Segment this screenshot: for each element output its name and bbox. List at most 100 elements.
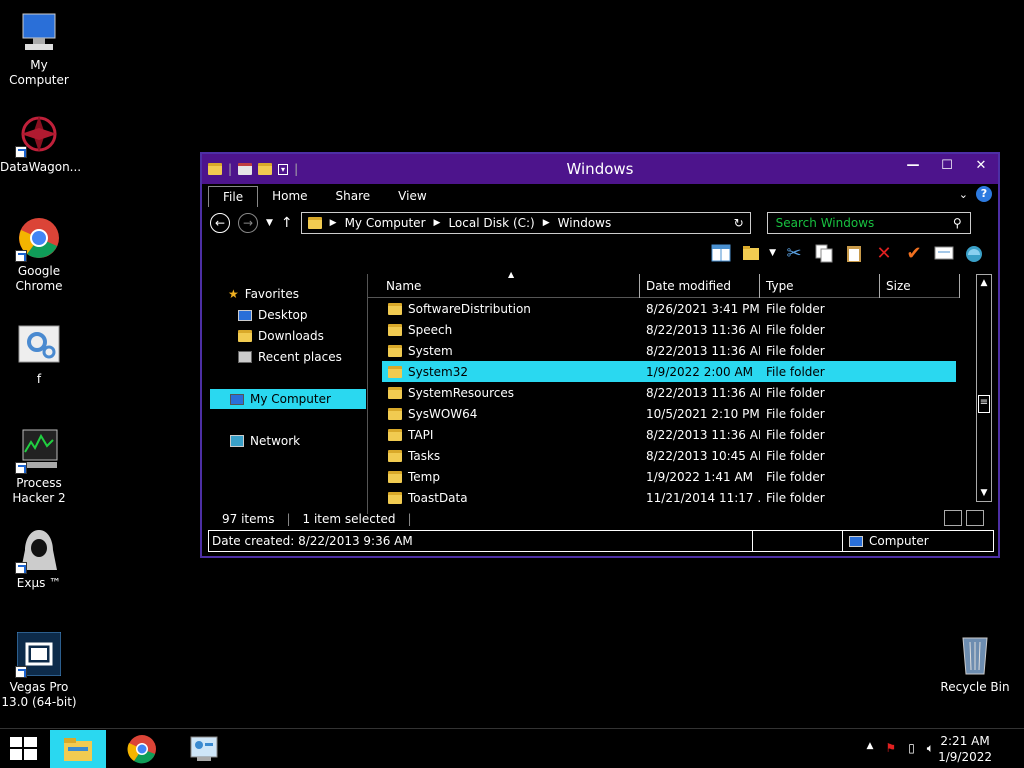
desktop-icon-process-hacker[interactable]: Process Hacker 2 (0, 428, 78, 506)
tab-share[interactable]: Share (322, 186, 385, 206)
rename-checkmark-icon[interactable]: ✔ (902, 241, 926, 265)
address-bar[interactable]: ▶ My Computer ▶ Local Disk (C:) ▶ Window… (300, 212, 751, 234)
desktop-icon-google-chrome[interactable]: Google Chrome (0, 216, 78, 294)
search-input[interactable]: Search Windows ⚲ (766, 212, 971, 234)
shortcut-arrow-icon (15, 462, 27, 474)
new-folder-icon[interactable] (258, 163, 273, 175)
minimize-button[interactable]: — (896, 154, 930, 176)
tab-file[interactable]: File (208, 185, 259, 207)
file-row[interactable]: SysWOW64 10/5/2021 2:10 PM File folder (382, 403, 956, 424)
customize-qat-dropdown-icon[interactable]: ▾ (278, 163, 289, 175)
nav-recent-places[interactable]: Recent places (238, 347, 342, 367)
start-button[interactable] (10, 737, 38, 761)
expand-ribbon-chevron-icon[interactable]: ⌄ (959, 188, 968, 201)
preview-pane-icon[interactable] (709, 241, 733, 265)
location-info: Computer (843, 534, 929, 548)
large-icons-view-icon[interactable] (966, 510, 984, 526)
file-row[interactable]: TAPI 8/22/2013 11:36 AM File folder (382, 424, 956, 445)
details-view-icon[interactable] (944, 510, 962, 526)
desktop-icon-recycle-bin[interactable]: Recycle Bin (936, 632, 1014, 695)
nav-network[interactable]: Network (230, 431, 300, 451)
recent-places-icon (238, 351, 252, 363)
refresh-icon[interactable]: ↻ (734, 216, 744, 230)
shell-icon[interactable] (962, 241, 986, 265)
nav-downloads[interactable]: Downloads (238, 326, 324, 346)
properties-icon[interactable] (932, 241, 956, 265)
file-row[interactable]: ToastData 11/21/2014 11:17 ... File folder (382, 487, 956, 508)
breadcrumb-my-computer[interactable]: My Computer (345, 216, 426, 230)
breadcrumb-separator-icon[interactable]: ▶ (434, 218, 441, 228)
clock[interactable]: 2:21 AM 1/9/2022 (938, 733, 992, 765)
breadcrumb-windows[interactable]: Windows (558, 216, 612, 230)
date-created: Date created: 8/22/2013 9:36 AM (209, 531, 753, 551)
recent-locations-dropdown-icon[interactable]: ▼ (266, 218, 273, 228)
file-name-cell: SoftwareDistribution (382, 302, 640, 316)
copy-icon[interactable] (812, 241, 836, 265)
file-row[interactable]: System 8/22/2013 11:36 AM File folder (382, 340, 956, 361)
taskbar-chrome[interactable] (114, 730, 170, 768)
scroll-down-icon[interactable]: ▼ (977, 485, 991, 501)
desktop-icon-datawagon[interactable]: DataWagon... (0, 112, 82, 175)
taskbar-file-explorer[interactable] (50, 730, 106, 768)
search-icon[interactable]: ⚲ (953, 216, 962, 230)
desktop-icon-vegas-pro[interactable]: Vegas Pro 13.0 (64-bit) (0, 631, 78, 710)
title-bar[interactable]: | ▾ | Windows — ☐ ✕ (202, 154, 998, 184)
desktop-icon-exus[interactable]: Exμs ™ (0, 528, 78, 591)
show-hidden-icons-icon[interactable]: ▲ (867, 741, 874, 756)
move-to-icon[interactable] (739, 241, 763, 265)
folder-icon (388, 407, 402, 420)
desktop-icon-f[interactable]: f (0, 324, 78, 387)
folder-icon (388, 323, 402, 336)
back-button[interactable]: ← (210, 213, 230, 233)
recycle-bin-icon (953, 632, 997, 676)
volume-muted-icon[interactable]: 🔈︎ (927, 741, 934, 756)
file-row[interactable]: SystemResources 8/22/2013 11:36 AM File fo… (382, 382, 956, 403)
tab-view[interactable]: View (384, 186, 440, 206)
properties-icon[interactable] (238, 163, 253, 175)
breadcrumb-local-disk[interactable]: Local Disk (C:) (448, 216, 534, 230)
up-button[interactable]: ↑ (281, 215, 293, 231)
paste-icon[interactable] (842, 241, 866, 265)
file-date: 8/22/2013 10:45 AM (646, 448, 760, 463)
desktop-icon-my-computer[interactable]: My Computer (0, 10, 78, 88)
breadcrumb-separator-icon[interactable]: ▶ (330, 218, 337, 228)
downloads-icon (238, 330, 252, 342)
taskbar-control-panel[interactable] (176, 730, 232, 768)
maximize-button[interactable]: ☐ (930, 154, 964, 176)
column-size[interactable]: Size (880, 274, 960, 298)
file-row[interactable]: Tasks 8/22/2013 10:45 AM File folder (382, 445, 956, 466)
move-to-dropdown-icon[interactable]: ▼ (769, 248, 776, 258)
action-center-flag-icon[interactable]: ⚑ (885, 741, 896, 756)
file-row[interactable]: System32 1/9/2022 2:00 AM File folder (382, 361, 956, 382)
file-type: File folder (766, 343, 825, 358)
column-name[interactable]: Name (368, 274, 640, 298)
nav-favorites[interactable]: ★ Favorites (228, 284, 299, 304)
forward-button[interactable]: → (238, 213, 258, 233)
windows-logo-icon (10, 737, 37, 760)
network-status-icon[interactable]: ▯ (908, 741, 915, 756)
details-bar: Date created: 8/22/2013 9:36 AM Computer (208, 530, 994, 552)
delete-icon[interactable]: ✕ (872, 241, 896, 265)
close-button[interactable]: ✕ (964, 154, 998, 176)
tab-home[interactable]: Home (258, 186, 321, 206)
network-icon (230, 435, 244, 447)
folder-icon (388, 428, 402, 441)
file-row[interactable]: Temp 1/9/2022 1:41 AM File folder (382, 466, 956, 487)
column-headers: Name Date modified Type Size (368, 274, 960, 298)
help-icon[interactable]: ? (976, 186, 992, 202)
nav-my-computer[interactable]: My Computer (210, 389, 366, 409)
breadcrumb-separator-icon[interactable]: ▶ (543, 218, 550, 228)
file-name: System32 (408, 364, 469, 379)
vertical-scrollbar[interactable]: ▲ ≡ ▼ (976, 274, 992, 502)
scroll-up-icon[interactable]: ▲ (977, 275, 991, 291)
column-date-modified[interactable]: Date modified (640, 274, 760, 298)
cut-icon[interactable]: ✂ (782, 241, 806, 265)
file-type: File folder (766, 385, 825, 400)
file-row[interactable]: Speech 8/22/2013 11:36 AM File folder (382, 319, 956, 340)
scroll-thumb[interactable]: ≡ (978, 395, 990, 413)
column-type[interactable]: Type (760, 274, 880, 298)
nav-desktop[interactable]: Desktop (238, 305, 308, 325)
datawagon-icon (15, 112, 61, 158)
file-row[interactable]: SoftwareDistribution 8/26/2021 3:41 PM Fil… (382, 298, 956, 319)
desktop-icon-label: DataWagon... (0, 160, 82, 174)
